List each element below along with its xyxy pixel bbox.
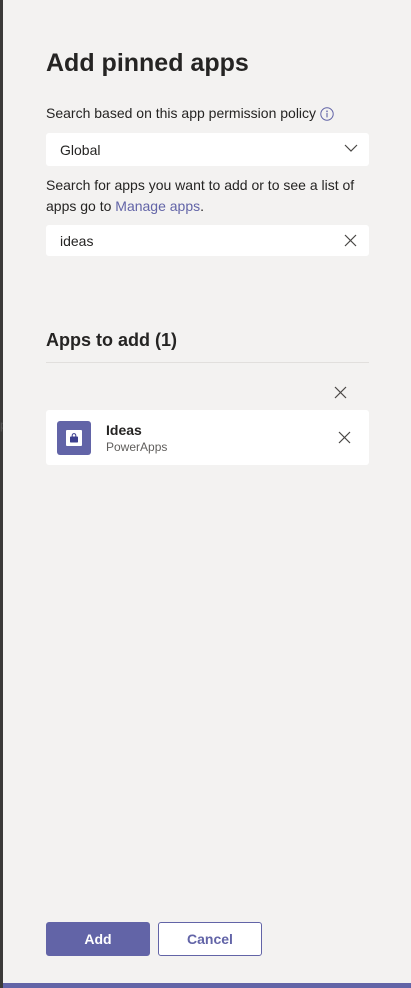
app-search-input[interactable] [46,225,326,256]
policy-label: Search based on this app permission poli… [46,105,317,121]
page-title: Add pinned apps [46,49,249,77]
app-publisher: PowerApps [106,440,168,454]
info-icon[interactable] [320,106,334,121]
cancel-button[interactable]: Cancel [158,922,262,956]
manage-apps-link[interactable]: Manage apps [115,198,200,214]
apps-to-add-heading: Apps to add (1) [46,330,177,350]
add-pinned-apps-panel: Add pinned apps Search based on this app… [3,0,411,983]
search-help-text: Search for apps you want to add or to se… [46,175,376,217]
app-tile-inner [66,430,82,446]
remove-app-close-icon[interactable] [338,431,351,444]
bag-icon [70,433,78,443]
policy-dropdown-value: Global [60,141,101,158]
section-divider [46,362,369,363]
add-button[interactable]: Add [46,922,150,956]
chevron-down-icon [344,144,358,152]
close-icon[interactable] [344,234,357,247]
remove-all-close-icon[interactable] [334,386,347,399]
app-search-box [46,225,369,256]
bottom-accent-bar [3,983,411,988]
ideas-app-icon [57,421,91,455]
policy-label-row: Search based on this app permission poli… [46,103,334,123]
app-name: Ideas [106,422,142,438]
app-list-item: Ideas PowerApps [46,410,369,465]
help-text-suffix: . [200,198,205,214]
policy-dropdown[interactable]: Global [46,133,369,166]
